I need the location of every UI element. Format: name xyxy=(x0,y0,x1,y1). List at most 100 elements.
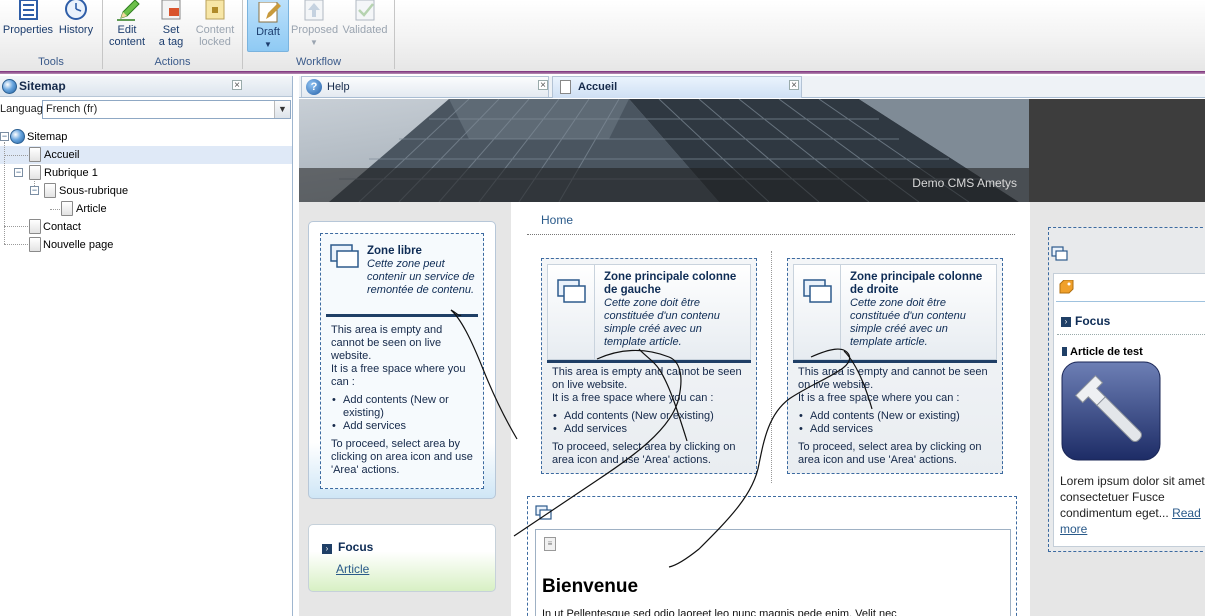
close-icon[interactable]: × xyxy=(789,80,799,91)
group-title-workflow: Workflow xyxy=(295,56,342,68)
list-item: Add services xyxy=(331,420,477,433)
list-item: Add contents (New or existing) xyxy=(552,410,748,423)
tag-label-2: a tag xyxy=(158,36,184,48)
wrench-icon[interactable] xyxy=(1061,361,1161,461)
edit-content-button[interactable]: Edit content xyxy=(105,0,149,48)
tag-icon[interactable] xyxy=(1059,280,1075,294)
set-tag-button[interactable]: Set a tag xyxy=(151,0,191,48)
group-title-tools: Tools xyxy=(38,56,64,68)
history-button[interactable]: History xyxy=(55,0,97,36)
zone-header-divider xyxy=(840,265,841,359)
validated-button[interactable]: Validated xyxy=(341,0,389,36)
validated-icon xyxy=(355,0,375,21)
content-icon[interactable]: ≡ xyxy=(544,537,556,551)
more-link-text: more xyxy=(1060,522,1088,536)
area-icon[interactable] xyxy=(535,505,553,521)
bullet-icon xyxy=(1062,347,1067,356)
zone-bienvenue-area[interactable]: ≡ Bienvenue In ut Pellentesque sed odio … xyxy=(527,496,1017,616)
ribbon-group-actions: Edit content Set a tag Content locked Ac… xyxy=(103,0,243,69)
zone-libre-box: Zone libre Cette zone peut contenir un s… xyxy=(308,221,496,499)
zone-text: To proceed, select area by clicking on a… xyxy=(798,441,982,466)
properties-icon xyxy=(19,0,38,20)
zone-text: It is a free space where you can : xyxy=(552,392,714,404)
cms-window: Properties History Tools Edit content Se… xyxy=(0,0,1205,616)
close-icon[interactable]: × xyxy=(232,80,242,91)
content-locked-button[interactable]: Content locked xyxy=(191,0,239,48)
tree-node-rubrique-1[interactable]: − Rubrique 1 xyxy=(0,164,292,182)
zone-text: To proceed, select area by clicking on a… xyxy=(552,441,736,466)
properties-button[interactable]: Properties xyxy=(2,0,54,36)
ribbon-group-workflow: Draft ▼ Proposed ▼ Validated Workflow xyxy=(243,0,395,69)
tree-node-sous-rubrique[interactable]: − Sous-rubrique xyxy=(0,182,292,200)
area-icon[interactable] xyxy=(1051,246,1069,262)
tab-help[interactable]: ? Help × xyxy=(301,76,549,97)
area-icon[interactable] xyxy=(557,279,587,305)
editor-tabstrip: ? Help × Accueil × xyxy=(299,76,1205,98)
language-value: French (fr) xyxy=(46,103,98,115)
area-icon[interactable] xyxy=(330,244,360,270)
list-item: Add contents (New or existing) xyxy=(798,410,994,423)
zone-text: It is a free space where you can : xyxy=(798,392,960,404)
proposed-label: Proposed xyxy=(291,24,339,36)
tree-node-root[interactable]: − Sitemap xyxy=(0,128,292,146)
tree-node-label: Accueil xyxy=(44,149,80,161)
language-select[interactable]: French (fr) ▼ xyxy=(42,100,291,119)
zone-header-divider xyxy=(594,265,595,359)
breadcrumb-home[interactable]: Home xyxy=(541,213,573,227)
zone-text: This area is empty and cannot be seen on… xyxy=(331,324,443,362)
tab-accueil[interactable]: Accueil × xyxy=(552,76,802,98)
zone-gauche-header: Zone principale colonne de gauche Cette … xyxy=(547,264,751,360)
zone-text: To proceed, select area by clicking on a… xyxy=(331,438,473,476)
draft-button[interactable]: Draft ▼ xyxy=(247,0,289,52)
tree-node-nouvelle-page[interactable]: Nouvelle page xyxy=(0,236,292,254)
zone-separator xyxy=(547,360,751,363)
page-icon xyxy=(29,147,41,162)
ribbon-group-tools: Properties History Tools xyxy=(0,0,103,69)
focus-title-divider xyxy=(1057,334,1205,335)
zone-right-column[interactable]: › Focus Article de test Lorem ipsum dolo… xyxy=(1048,227,1205,552)
tree-node-label: Contact xyxy=(43,221,81,233)
edit-label-2: content xyxy=(108,36,146,48)
history-label: History xyxy=(58,24,94,36)
tree-node-article[interactable]: Article xyxy=(0,200,292,218)
page-icon xyxy=(44,183,56,198)
page-icon xyxy=(560,80,571,94)
zone-gauche-title: Zone principale colonne de gauche xyxy=(604,271,737,296)
close-icon[interactable]: × xyxy=(538,80,548,91)
area-icon[interactable] xyxy=(803,279,833,305)
pencil-icon xyxy=(117,0,140,21)
collapse-icon[interactable]: − xyxy=(0,132,9,141)
focus-left-link[interactable]: Article xyxy=(336,562,369,576)
language-row: Language French (fr) ▼ xyxy=(0,97,292,121)
list-item: Add services xyxy=(798,423,994,436)
zone-libre-area[interactable]: Zone libre Cette zone peut contenir un s… xyxy=(320,233,484,489)
bullet-arrow-icon: › xyxy=(322,544,332,554)
zone-text: This area is empty and cannot be seen on… xyxy=(552,366,742,391)
page-icon xyxy=(29,165,41,180)
collapse-icon[interactable]: − xyxy=(30,186,39,195)
collapse-icon[interactable]: − xyxy=(14,168,23,177)
zone-droite-area[interactable]: Zone principale colonne de droite Cette … xyxy=(787,258,1003,474)
zone-text: It is a free space where you can : xyxy=(331,363,466,388)
zone-droite-title: Zone principale colonne de droite xyxy=(850,271,983,296)
proposed-button[interactable]: Proposed ▼ xyxy=(291,0,339,49)
zone-libre-description: Cette zone peut contenir un service de r… xyxy=(367,258,475,296)
focus-right-box[interactable]: › Focus Article de test Lorem ipsum dolo… xyxy=(1053,273,1205,547)
zone-separator xyxy=(326,314,478,317)
tag-label-1: Set xyxy=(162,24,180,36)
tree-node-accueil[interactable]: Accueil xyxy=(0,146,292,164)
focus-right-title: Focus xyxy=(1075,314,1111,328)
focus-article-title[interactable]: Article de test xyxy=(1070,346,1143,358)
chevron-down-icon[interactable]: ▼ xyxy=(274,101,290,118)
content-bienvenue[interactable]: ≡ Bienvenue In ut Pellentesque sed odio … xyxy=(535,529,1011,616)
zone-droite-header: Zone principale colonne de droite Cette … xyxy=(793,264,997,360)
zone-gauche-description: Cette zone doit être constituée d'un con… xyxy=(604,297,720,348)
tree-node-label: Nouvelle page xyxy=(43,239,114,251)
focus-right-text: Lorem ipsum dolor sit amet consectetuer … xyxy=(1060,473,1205,537)
locked-label-1: Content xyxy=(195,24,235,36)
column-divider xyxy=(771,251,772,483)
tree-node-label: Sitemap xyxy=(27,131,68,143)
tree-node-contact[interactable]: Contact xyxy=(0,218,292,236)
zone-gauche-area[interactable]: Zone principale colonne de gauche Cette … xyxy=(541,258,757,474)
clock-icon xyxy=(65,0,87,20)
